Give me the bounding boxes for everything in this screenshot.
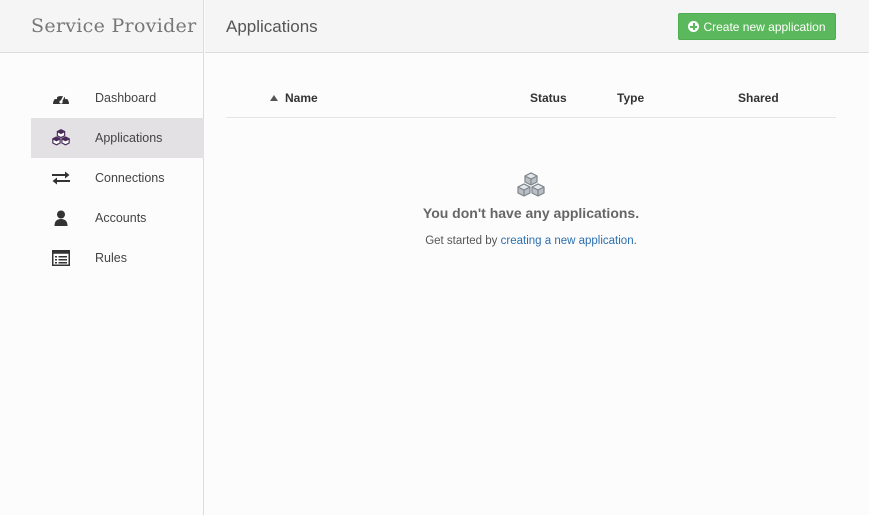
sidebar-item-label: Dashboard [95, 91, 157, 105]
app-root: Service Provider Dashboard Applications … [0, 0, 869, 515]
empty-state-message: Get started by creating a new applicatio… [226, 235, 836, 247]
empty-state: You don't have any applications. Get sta… [226, 172, 836, 247]
column-header-type[interactable]: Type [617, 91, 644, 105]
sidebar-nav: Dashboard Applications Connections Accou… [31, 78, 204, 278]
column-header-label: Name [285, 91, 318, 105]
dashboard-icon [51, 88, 71, 108]
sidebar-item-connections[interactable]: Connections [31, 158, 204, 198]
sidebar-item-label: Applications [95, 131, 163, 145]
empty-state-title: You don't have any applications. [422, 205, 640, 221]
sidebar: Service Provider Dashboard Applications … [0, 0, 204, 515]
create-application-link[interactable]: creating a new application [501, 235, 634, 247]
sidebar-item-label: Rules [95, 251, 127, 265]
column-header-shared[interactable]: Shared [738, 91, 779, 105]
brand-title: Service Provider [0, 0, 203, 53]
list-icon [51, 248, 71, 268]
column-header-name[interactable]: Name [270, 91, 318, 105]
sidebar-item-rules[interactable]: Rules [31, 238, 204, 278]
sidebar-item-applications[interactable]: Applications [31, 118, 204, 158]
create-application-label: Create new application [703, 19, 826, 34]
create-application-button[interactable]: Create new application [678, 13, 836, 40]
sort-ascending-icon [270, 95, 278, 101]
applications-table-header: Name Status Type Shared [226, 80, 836, 118]
cubes-icon [51, 128, 71, 148]
top-bar: Applications Create new application [205, 0, 869, 53]
column-header-status[interactable]: Status [530, 91, 567, 105]
user-icon [51, 208, 71, 228]
empty-state-prefix: Get started by [425, 235, 501, 247]
sidebar-item-dashboard[interactable]: Dashboard [31, 78, 204, 118]
empty-state-suffix: . [633, 235, 637, 247]
sidebar-item-accounts[interactable]: Accounts [31, 198, 204, 238]
plus-circle-icon [688, 21, 700, 32]
cubes-icon [516, 172, 546, 198]
sidebar-item-label: Accounts [95, 211, 147, 225]
arrows-exchange-icon [51, 168, 71, 188]
page-title: Applications [226, 17, 318, 36]
sidebar-item-label: Connections [95, 171, 165, 185]
